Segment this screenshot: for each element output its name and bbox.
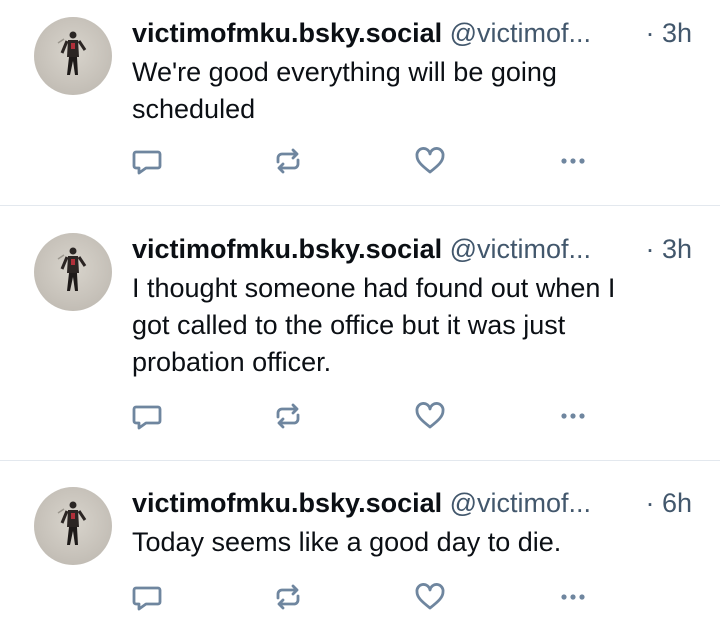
post-text: Today seems like a good day to die.: [132, 527, 562, 557]
like-button[interactable]: [410, 577, 450, 617]
more-icon: [561, 594, 585, 600]
post-header: victimofmku.bsky.social @victimof...: [132, 16, 591, 50]
more-button[interactable]: [553, 396, 593, 436]
author-name[interactable]: victimofmku.bsky.social: [132, 234, 442, 264]
repost-button[interactable]: [268, 396, 308, 436]
avatar[interactable]: [34, 17, 112, 95]
more-button[interactable]: [553, 141, 593, 181]
reply-button[interactable]: [127, 577, 167, 617]
post-time[interactable]: · 3h: [645, 232, 692, 266]
like-button[interactable]: [410, 141, 450, 181]
post-actions: [0, 577, 720, 617]
divider: [0, 205, 720, 206]
reply-icon: [132, 586, 162, 611]
reply-button[interactable]: [127, 141, 167, 181]
avatar[interactable]: [34, 487, 112, 565]
author-handle[interactable]: @victimof...: [450, 18, 591, 48]
repost-icon: [276, 403, 300, 429]
like-icon: [415, 402, 445, 429]
post-text: We're good everything will be going sche…: [132, 57, 557, 124]
author-name[interactable]: victimofmku.bsky.social: [132, 18, 442, 48]
divider: [0, 460, 720, 461]
post-time[interactable]: · 6h: [645, 486, 692, 520]
post-time[interactable]: · 3h: [645, 16, 692, 50]
post-header: victimofmku.bsky.social @victimof...: [132, 232, 591, 266]
reply-icon: [132, 405, 162, 430]
more-icon: [561, 413, 585, 419]
post[interactable]: victimofmku.bsky.social @victimof... · 3…: [0, 216, 720, 460]
reply-icon: [132, 150, 162, 175]
author-name[interactable]: victimofmku.bsky.social: [132, 488, 442, 518]
repost-icon: [276, 584, 300, 610]
repost-button[interactable]: [268, 577, 308, 617]
post-actions: [0, 396, 720, 436]
author-handle[interactable]: @victimof...: [450, 234, 591, 264]
like-icon: [415, 147, 445, 174]
post-actions: [0, 141, 720, 181]
post-header: victimofmku.bsky.social @victimof...: [132, 486, 591, 520]
post[interactable]: victimofmku.bsky.social @victimof... · 6…: [0, 470, 720, 628]
repost-icon: [276, 148, 300, 174]
post[interactable]: victimofmku.bsky.social @victimof... · 3…: [0, 0, 720, 205]
post-text: I thought someone had found out when I g…: [132, 273, 616, 377]
author-handle[interactable]: @victimof...: [450, 488, 591, 518]
more-icon: [561, 158, 585, 164]
like-icon: [415, 583, 445, 610]
more-button[interactable]: [553, 577, 593, 617]
like-button[interactable]: [410, 396, 450, 436]
avatar[interactable]: [34, 233, 112, 311]
reply-button[interactable]: [127, 396, 167, 436]
repost-button[interactable]: [268, 141, 308, 181]
